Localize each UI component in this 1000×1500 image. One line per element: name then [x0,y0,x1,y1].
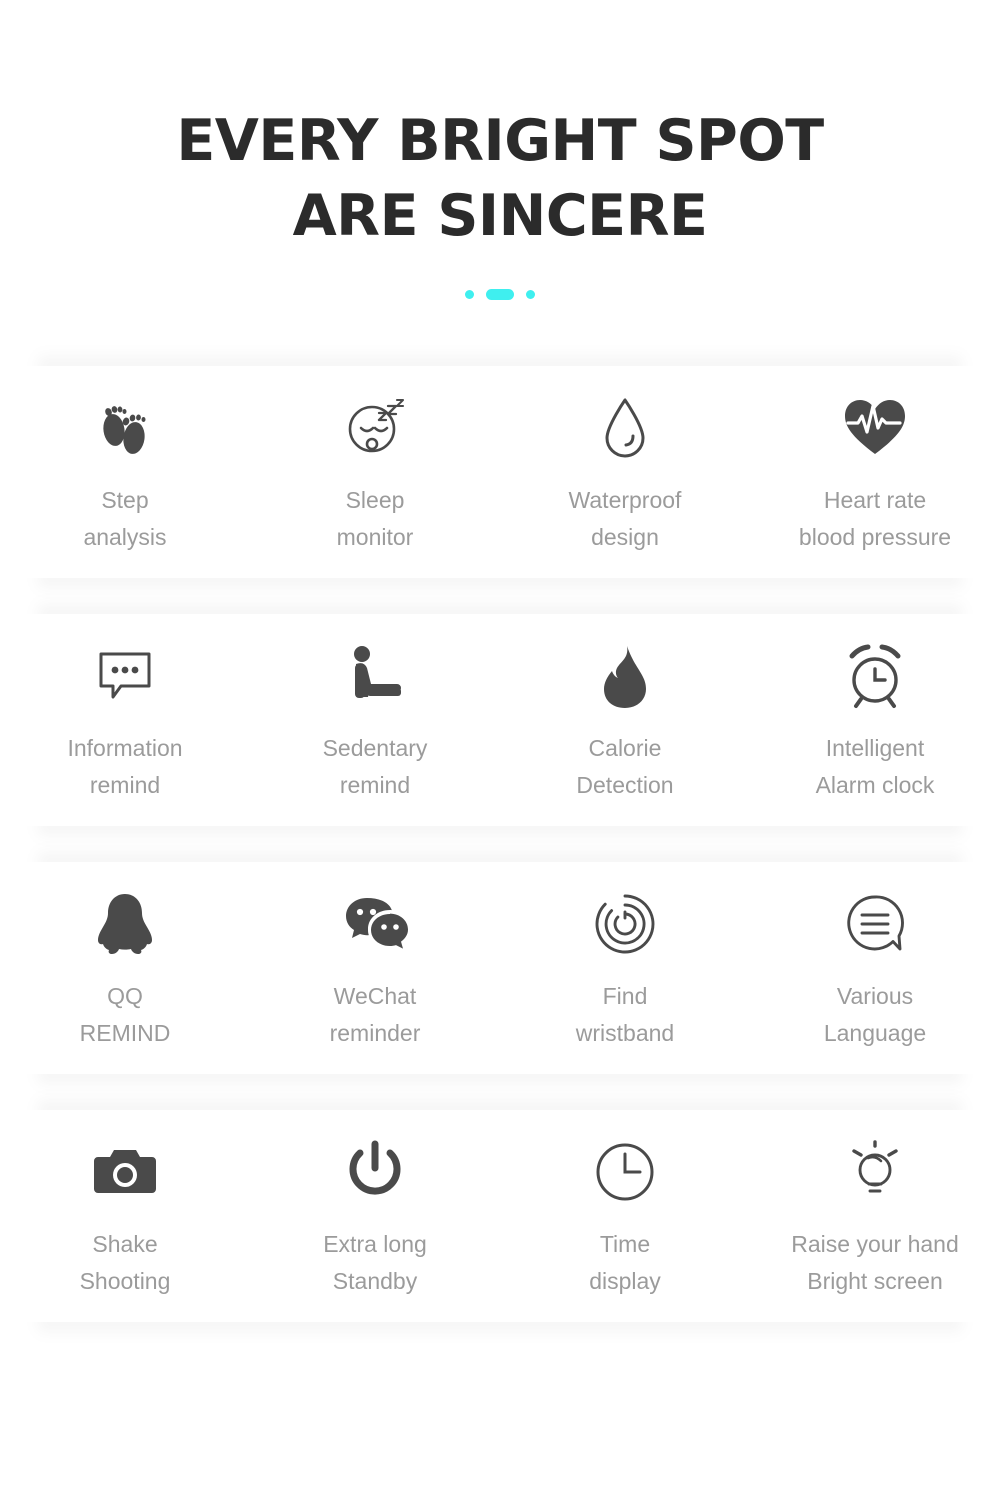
feature-cell-wechat-reminder[interactable]: WeChat reminder [250,862,500,1052]
flame-icon [589,640,661,712]
feature-cell-waterproof-design[interactable]: Waterproof design [500,366,750,556]
feature-row-2: Information remind Sedentary remind Calo… [0,614,1000,827]
speech-bubble-lines-icon [839,888,911,960]
feature-cell-find-wristband[interactable]: Find wristband [500,862,750,1052]
feature-cell-calorie-detection[interactable]: Calorie Detection [500,614,750,804]
lightbulb-icon [839,1136,911,1208]
chat-bubble-dots-icon [89,640,161,712]
decoration-dot-right [526,289,535,299]
page-header: EVERY BRIGHT SPOT ARE SINCERE [0,0,1000,300]
water-drop-icon [589,392,661,464]
feature-row-3: QQ REMIND WeChat reminder Find wristband… [0,862,1000,1075]
seated-person-icon [339,640,411,712]
feature-label: Waterproof design [568,487,682,551]
feature-label: Time display [589,1231,661,1295]
feature-label: Extra long Standby [323,1231,427,1295]
sleeping-face-icon [339,392,411,464]
feature-label: Step analysis [83,487,167,551]
footprints-icon [89,392,161,464]
radar-rings-icon [589,888,661,960]
decoration-pill [486,288,514,300]
feature-label: Shake Shooting [79,1231,171,1295]
feature-label: Calorie Detection [576,735,674,799]
feature-row-4: Shake Shooting Extra long Standby Time d… [0,1110,1000,1323]
feature-cell-step-analysis[interactable]: Step analysis [0,366,250,556]
feature-label: Sedentary remind [322,735,428,799]
alarm-clock-icon [839,640,911,712]
feature-label: Various Language [823,983,927,1047]
title-decoration [0,288,1000,300]
qq-penguin-icon [89,888,161,960]
page-title-line-1: EVERY BRIGHT SPOT [176,108,824,174]
feature-label: Heart rate blood pressure [798,487,952,551]
feature-row-wrapper: Information remind Sedentary remind Calo… [0,600,1000,841]
feature-cell-heart-rate[interactable]: Heart rate blood pressure [750,366,1000,556]
camera-icon [89,1136,161,1208]
feature-cell-information-remind[interactable]: Information remind [0,614,250,804]
feature-label: Intelligent Alarm clock [815,735,935,799]
feature-cell-time-display[interactable]: Time display [500,1110,750,1300]
feature-highlights-page: EVERY BRIGHT SPOT ARE SINCERE Step analy… [0,0,1000,1500]
clock-icon [589,1136,661,1208]
row-gap [0,826,1000,862]
feature-label: Find wristband [575,983,675,1047]
feature-cell-shake-shooting[interactable]: Shake Shooting [0,1110,250,1300]
feature-row-wrapper: Step analysis Sleep monitor Waterproof d… [0,352,1000,593]
feature-cell-intelligent-alarm-clock[interactable]: Intelligent Alarm clock [750,614,1000,804]
power-button-icon [339,1136,411,1208]
feature-label: Raise your hand Bright screen [791,1231,959,1295]
row-gap [0,1074,1000,1110]
feature-cell-sleep-monitor[interactable]: Sleep monitor [250,366,500,556]
feature-label: Information remind [67,735,183,799]
feature-cell-qq-remind[interactable]: QQ REMIND [0,862,250,1052]
feature-cell-raise-hand-bright-screen[interactable]: Raise your hand Bright screen [750,1110,1000,1300]
feature-cell-sedentary-remind[interactable]: Sedentary remind [250,614,500,804]
feature-label: QQ REMIND [79,983,171,1047]
heart-pulse-icon [839,392,911,464]
feature-label: WeChat reminder [329,983,421,1047]
feature-cell-various-language[interactable]: Various Language [750,862,1000,1052]
page-title: EVERY BRIGHT SPOT ARE SINCERE [0,104,1000,254]
feature-row-1: Step analysis Sleep monitor Waterproof d… [0,366,1000,579]
feature-grid: Step analysis Sleep monitor Waterproof d… [0,352,1000,1337]
decoration-dot-left [465,289,474,299]
feature-row-wrapper: Shake Shooting Extra long Standby Time d… [0,1096,1000,1337]
feature-cell-extra-long-standby[interactable]: Extra long Standby [250,1110,500,1300]
row-gap [0,578,1000,614]
wechat-bubbles-icon [339,888,411,960]
page-title-line-2: ARE SINCERE [292,183,708,250]
feature-row-wrapper: QQ REMIND WeChat reminder Find wristband… [0,848,1000,1089]
feature-label: Sleep monitor [336,487,414,551]
